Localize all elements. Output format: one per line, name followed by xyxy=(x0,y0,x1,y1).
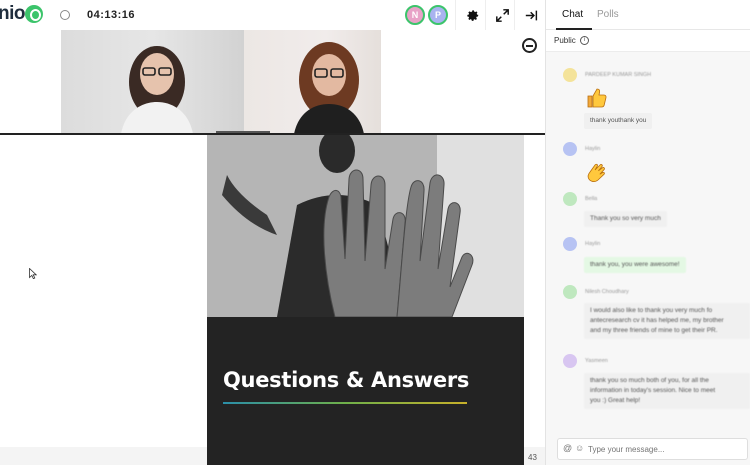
fullscreen-button[interactable] xyxy=(491,4,513,26)
message-author: Nilesh Choudhary xyxy=(585,289,629,295)
thumbs-up-icon xyxy=(587,88,607,108)
message-text: thank youthank you xyxy=(584,113,653,130)
session-timer: 04:13:16 xyxy=(87,9,136,21)
top-bar: nio 04:13:16 N P xyxy=(0,0,545,30)
chat-scope-label: Public xyxy=(554,36,576,45)
message-text: thank you, you were awesome! xyxy=(584,257,686,274)
chat-scope-row: Public i xyxy=(546,30,750,52)
participant-video-1[interactable] xyxy=(61,30,244,134)
message-avatar xyxy=(563,237,577,251)
message-avatar xyxy=(563,192,577,206)
message-author: Yasmeen xyxy=(585,358,608,364)
participant-avatar-n[interactable]: N xyxy=(405,5,425,25)
mouse-cursor-icon xyxy=(29,266,38,284)
message-avatar xyxy=(563,68,577,82)
gear-icon xyxy=(466,9,478,21)
participant-2-video-image xyxy=(294,42,364,134)
message-author: Haylin xyxy=(585,241,601,247)
exit-icon xyxy=(525,10,537,20)
collapse-panel-button[interactable] xyxy=(520,4,542,26)
minimize-videos-icon[interactable] xyxy=(522,38,537,53)
message-text: thank you so much both of you, for all t… xyxy=(584,373,750,410)
message-input[interactable] xyxy=(588,442,738,456)
emoji-picker-icon[interactable]: ☺ xyxy=(575,443,584,453)
presentation-slide: Questions & Answers xyxy=(207,135,524,465)
tab-polls[interactable]: Polls xyxy=(597,9,619,20)
participant-video-strip xyxy=(0,30,545,134)
slide-title: Questions & Answers xyxy=(223,368,470,392)
toolbar-divider xyxy=(514,0,515,30)
message-text: I would also like to thank you very much… xyxy=(584,303,750,340)
message-author: Haylin xyxy=(585,146,601,152)
clapping-hands-icon xyxy=(587,163,605,182)
participant-1-video-image xyxy=(121,46,193,134)
video-strip-resize-handle[interactable] xyxy=(216,131,270,133)
chat-composer: @ ☺ xyxy=(557,438,748,460)
slide-title-underline xyxy=(223,402,467,404)
hands-photo-image xyxy=(207,135,524,317)
app-logo-badge-icon xyxy=(25,5,43,23)
mention-icon[interactable]: @ xyxy=(563,443,572,453)
tab-chat[interactable]: Chat xyxy=(562,9,583,20)
info-icon[interactable]: i xyxy=(580,36,589,45)
participant-video-2[interactable] xyxy=(244,30,381,134)
message-avatar xyxy=(563,142,577,156)
message-avatar xyxy=(563,285,577,299)
message-text: Thank you so very much xyxy=(584,211,667,228)
toolbar-divider xyxy=(455,0,456,30)
slide-photo xyxy=(207,135,524,317)
expand-icon xyxy=(495,8,509,22)
participant-avatar-p[interactable]: P xyxy=(428,5,448,25)
chat-panel: Chat Polls Public i PARDEEP KUMAR SINGH … xyxy=(545,0,750,465)
toolbar-divider xyxy=(485,0,486,30)
message-author: Bella xyxy=(585,196,598,202)
record-indicator-icon[interactable] xyxy=(60,10,70,20)
app-logo: nio xyxy=(0,3,26,24)
message-avatar xyxy=(563,354,577,368)
slide-page-number: 43 xyxy=(528,453,537,462)
chat-tabs: Chat Polls xyxy=(546,0,750,30)
settings-button[interactable] xyxy=(461,4,483,26)
message-author: PARDEEP KUMAR SINGH xyxy=(585,72,652,78)
